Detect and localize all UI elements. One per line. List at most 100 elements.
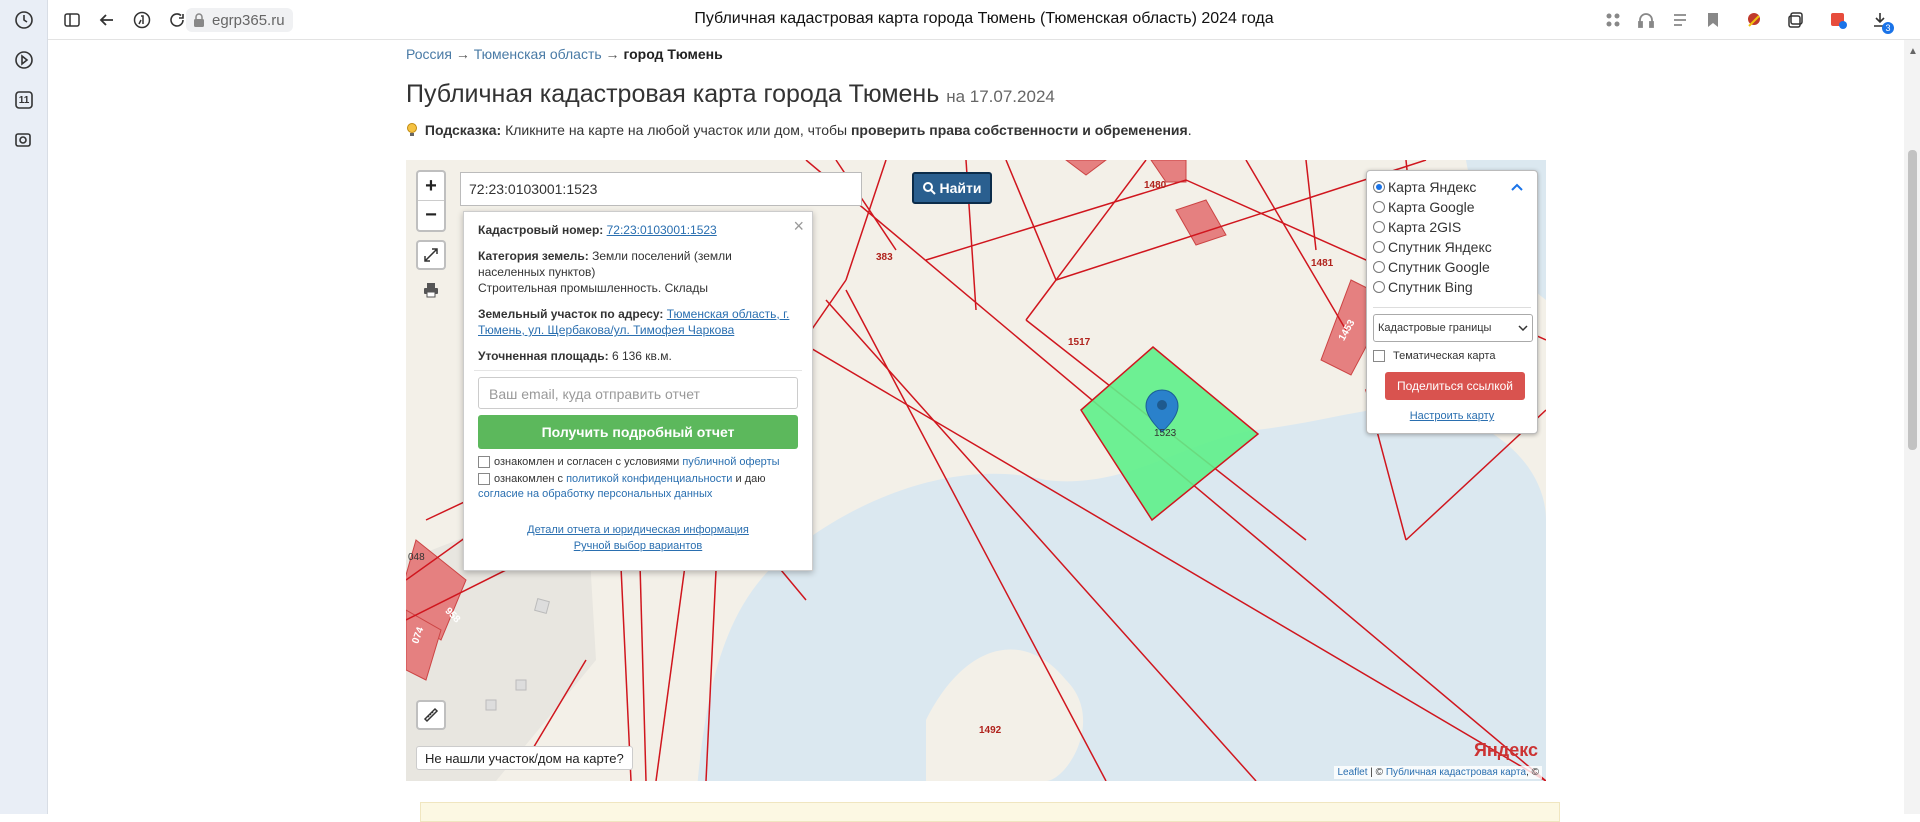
calendar-icon[interactable]: 11 [12,88,36,112]
layer-label: Карта Google [1388,199,1475,215]
layer-radio[interactable] [1373,241,1385,253]
layer-label: Карта 2GIS [1388,219,1462,235]
overlay-select-value: Кадастровые границы [1378,322,1492,334]
email-input[interactable]: Ваш email, куда отправить отчет [478,377,798,409]
tabs-grid-icon[interactable] [1601,8,1625,32]
layer-option[interactable]: Карта Google [1373,197,1531,217]
layer-option[interactable]: Карта 2GIS [1373,217,1531,237]
privacy-checkbox-row: ознакомлен с политикой конфиденциальност… [478,472,798,502]
area-label: Уточненная площадь: [478,349,609,363]
manual-link-row: Ручной выбор вариантов [478,540,798,552]
page-title: Публичная кадастровая карта города Тюмен… [406,80,1055,109]
layer-option[interactable]: Спутник Google [1373,257,1531,277]
measure-button[interactable] [416,700,446,730]
extension-icon[interactable] [1742,8,1766,32]
cadnum-row: Кадастровый номер: 72:23:0103001:1523 [478,222,798,238]
cadastral-search-input[interactable]: 72:23:0103001:1523 [460,172,862,206]
get-report-button[interactable]: Получить подробный отчет [478,415,798,449]
offer-link[interactable]: публичной оферты [682,456,779,468]
page-scrollbar[interactable]: ▲ [1904,40,1920,814]
fullscreen-button[interactable] [416,240,446,270]
close-icon[interactable]: × [793,216,804,237]
layer-option[interactable]: Карта Яндекс [1373,177,1531,197]
attribution-end: , © [1526,767,1539,778]
area-value: 6 136 кв.м. [611,349,672,363]
find-button-label: Найти [939,180,982,196]
category-row: Категория земель: Земли поселений (земли… [478,248,798,296]
scrollbar-thumb[interactable] [1908,150,1917,450]
breadcrumb: Россия → Тюменская область → город Тюмен… [406,46,723,62]
lightbulb-icon [407,123,417,136]
layer-label: Спутник Яндекс [1388,239,1492,255]
downloads-badge: 3 [1882,22,1894,34]
not-found-button[interactable]: Не нашли участок/дом на карте? [416,746,633,770]
headphones-icon[interactable] [1634,8,1658,32]
layer-radio[interactable] [1373,201,1385,213]
layer-option[interactable]: Спутник Bing [1373,277,1531,297]
details-link-row: Детали отчета и юридическая информация [478,524,798,536]
hint-end: . [1187,122,1192,138]
privacy-checkbox[interactable] [478,473,490,485]
consent-link[interactable]: согласие на обработку персональных данны… [478,488,712,500]
parcel-label: 1480 [1144,180,1167,191]
find-button[interactable]: Найти [912,172,992,204]
setup-map-link[interactable]: Настроить карту [1373,410,1531,422]
cadnum-link[interactable]: 72:23:0103001:1523 [607,223,717,237]
breadcrumb-russia[interactable]: Россия [406,46,452,62]
address-row: Земельный участок по адресу: Тюменская о… [478,306,798,338]
offer-checkbox-row: ознакомлен и согласен с условиями публич… [478,455,798,470]
layer-label: Спутник Google [1388,259,1490,275]
leaflet-link[interactable]: Leaflet [1337,767,1367,778]
attribution-sep: | © [1370,767,1384,778]
print-button[interactable] [416,275,446,305]
history-icon[interactable] [12,8,36,32]
layer-radio[interactable] [1373,261,1385,273]
zoom-control: + − [416,170,446,232]
breadcrumb-tyumen-region[interactable]: Тюменская область [474,46,602,62]
details-link[interactable]: Детали отчета и юридическая информация [527,524,749,536]
layer-radio[interactable] [1373,281,1385,293]
parcel-label: 048 [408,552,425,563]
hint-label: Подсказка: [424,122,502,138]
thematic-label: Тематическая карта [1393,350,1496,362]
zoom-out-button[interactable]: − [418,201,444,230]
hint: Подсказка: Кликните на карте на любой уч… [406,122,1192,138]
category-label: Категория земель: [478,249,589,263]
privacy-link[interactable]: политикой конфиденциальности [566,473,732,485]
parcel-info-popup: × Кадастровый номер: 72:23:0103001:1523 … [463,211,813,571]
page-date: на 17.07.2024 [946,87,1055,106]
search-icon [922,181,936,195]
page-title-text: Публичная кадастровая карта города Тюмен… [406,80,940,108]
layer-radio-selected[interactable] [1373,181,1385,193]
reader-icon[interactable] [1668,8,1692,32]
address-label: Земельный участок по адресу: [478,307,664,321]
play-icon[interactable] [12,48,36,72]
layer-radio[interactable] [1373,221,1385,233]
zoom-in-button[interactable]: + [418,172,444,201]
breadcrumb-current: город Тюмень [623,46,723,62]
layer-option[interactable]: Спутник Яндекс [1373,237,1531,257]
screenshot-icon[interactable] [12,128,36,152]
offer-checkbox[interactable] [478,456,490,468]
hint-text: Кликните на карте на любой участок или д… [505,122,848,138]
pdf-extension-icon[interactable] [1826,8,1850,32]
overlay-select[interactable]: Кадастровые границы [1373,314,1533,342]
breadcrumb-separator: → [605,46,620,62]
share-link-button[interactable]: Поделиться ссылкой [1385,372,1525,400]
cadastral-map-link[interactable]: Публичная кадастровая карта [1386,767,1526,778]
cadastral-map[interactable]: 1480 383 1481 1517 1523 1453 1492 048 95… [406,160,1546,781]
collections-icon[interactable] [1784,8,1808,32]
manual-select-link[interactable]: Ручной выбор вариантов [574,540,702,552]
expand-icon [424,248,438,262]
chevron-up-icon[interactable] [1511,183,1523,191]
scroll-up-icon[interactable]: ▲ [1908,46,1918,57]
privacy-text2: и даю [735,473,766,485]
print-icon [424,283,438,298]
layer-label: Карта Яндекс [1388,179,1477,195]
area-row: Уточненная площадь: 6 136 кв.м. [478,348,798,364]
thematic-checkbox[interactable] [1373,350,1385,362]
browser-toolbar: egrp365.ru Публичная кадастровая карта г… [48,0,1920,40]
bookmark-icon[interactable] [1701,8,1725,32]
calendar-badge: 11 [18,94,30,106]
downloads-icon[interactable]: 3 [1868,8,1894,34]
